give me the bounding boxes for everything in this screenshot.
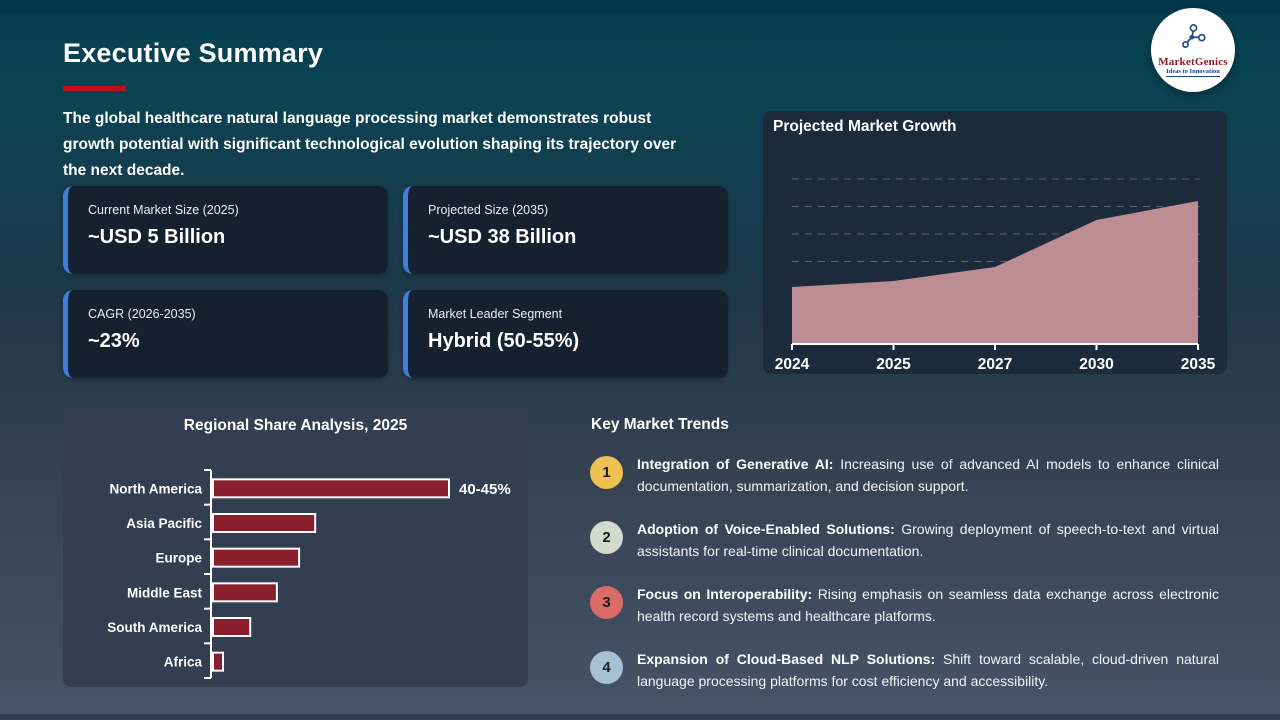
molecule-icon — [1180, 23, 1207, 55]
trend-text: Integration of Generative AI: Increasing… — [637, 456, 1219, 494]
regional-share-card: North America 40-45% Asia Pacific Europe Mid… — [63, 408, 528, 687]
intro-paragraph: The global healthcare natural language p… — [63, 110, 677, 179]
svg-text:2027: 2027 — [978, 356, 1012, 373]
list-item: 3 Focus on Interoperability: Rising emph… — [590, 584, 1222, 627]
stat-value: ~USD 5 Billion — [88, 226, 226, 248]
svg-text:2024: 2024 — [775, 356, 810, 373]
trend-number-badge: 1 — [590, 456, 623, 489]
trend-text: Focus on Interoperability: Rising emphas… — [637, 586, 1219, 624]
svg-text:40-45%: 40-45% — [459, 481, 511, 498]
projected-market-growth-chart: 2024 2025 2027 2030 2035 — [775, 178, 1216, 373]
top-accent-bar — [0, 0, 1280, 14]
projected-market-growth-card: 2024 2025 2027 2030 2035 Projected Market Gr… — [763, 111, 1227, 374]
stat-label: Market Leader Segment — [428, 307, 563, 321]
trend-number-badge: 4 — [590, 651, 623, 684]
stat-value: ~23% — [88, 330, 140, 352]
trend-list: 1 Integration of Generative AI: Increasi… — [590, 454, 1222, 692]
key-market-trends-section: Key Market Trends 1 Integration of Gener… — [590, 408, 1222, 692]
svg-text:North America: North America — [109, 481, 202, 496]
logo-name: MarketGenics — [1158, 56, 1228, 68]
growth-chart-title: Projected Market Growth — [773, 118, 957, 135]
stat-value: Hybrid (50-55%) — [428, 330, 580, 352]
marketgenics-logo: MarketGenics Ideas to Innovation — [1151, 8, 1235, 92]
stat-card-current-size: Current Market Size (2025) ~USD 5 Billio… — [63, 186, 388, 274]
svg-text:2030: 2030 — [1079, 356, 1113, 373]
trend-text: Expansion of Cloud-Based NLP Solutions: … — [637, 651, 1219, 689]
regional-share-chart: North America 40-45% Asia Pacific Europe Mid… — [107, 469, 511, 679]
stat-card-cagr: CAGR (2026-2035) ~23% — [63, 290, 388, 378]
stat-card-leader-segment: Market Leader Segment Hybrid (50-55%) — [403, 290, 728, 378]
svg-text:Asia Pacific: Asia Pacific — [126, 516, 202, 531]
svg-text:Africa: Africa — [164, 655, 203, 670]
bottom-accent-bar — [0, 714, 1280, 720]
list-item: 4 Expansion of Cloud-Based NLP Solutions… — [590, 649, 1222, 692]
stat-label: Projected Size (2035) — [428, 203, 549, 217]
executive-summary-slide: Executive Summary The global healthcare … — [0, 0, 1280, 720]
trend-number-badge: 2 — [590, 521, 623, 554]
svg-text:South America: South America — [107, 620, 202, 635]
stat-card-grid: Current Market Size (2025) ~USD 5 Billio… — [63, 186, 728, 378]
list-item: 2 Adoption of Voice-Enabled Solutions: G… — [590, 519, 1222, 562]
stat-value: ~USD 38 Billion — [428, 226, 577, 248]
svg-text:2035: 2035 — [1181, 356, 1216, 373]
trend-number-badge: 3 — [590, 586, 623, 619]
list-item: 1 Integration of Generative AI: Increasi… — [590, 454, 1222, 497]
trend-text: Adoption of Voice-Enabled Solutions: Gro… — [637, 521, 1220, 559]
svg-text:2025: 2025 — [876, 356, 911, 373]
trends-heading: Key Market Trends — [591, 416, 729, 433]
title-underline — [63, 86, 126, 91]
stat-card-projected-size: Projected Size (2035) ~USD 38 Billion — [403, 186, 728, 274]
regional-chart-title: Regional Share Analysis, 2025 — [183, 417, 408, 434]
stat-label: Current Market Size (2025) — [88, 203, 239, 217]
svg-text:Middle East: Middle East — [127, 585, 203, 600]
svg-text:Europe: Europe — [155, 551, 202, 566]
stat-label: CAGR (2026-2035) — [88, 307, 196, 321]
logo-tagline: Ideas to Innovation — [1166, 68, 1220, 77]
page-title: Executive Summary — [63, 38, 324, 68]
